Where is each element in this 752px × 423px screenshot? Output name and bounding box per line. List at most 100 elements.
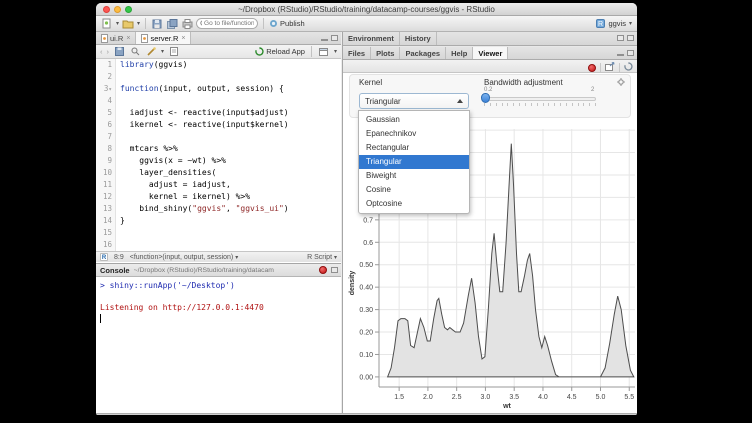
y-tick-label: 0.50 bbox=[359, 262, 373, 269]
line-number: 2 bbox=[96, 71, 116, 83]
code-text: library(ggvis) bbox=[116, 59, 187, 71]
x-tick-label: 2.0 bbox=[423, 394, 433, 401]
x-tick-label: 3.0 bbox=[481, 394, 491, 401]
tab-ui.R[interactable]: ui.R× bbox=[96, 32, 136, 44]
kernel-option-gaussian[interactable]: Gaussian bbox=[359, 113, 469, 127]
code-line: 14} bbox=[96, 215, 341, 227]
code-line: 9 ggvis(x = ~wt) %>% bbox=[96, 155, 341, 167]
search-icon bbox=[200, 20, 202, 27]
code-text: kernel = ikernel) %>% bbox=[116, 191, 250, 203]
tab-environment[interactable]: Environment bbox=[343, 32, 400, 45]
code-line: 2 bbox=[96, 71, 341, 83]
x-tick-label: 2.5 bbox=[452, 394, 462, 401]
refresh-icon[interactable] bbox=[624, 62, 633, 73]
open-file-caret-icon[interactable]: ▾ bbox=[137, 21, 140, 27]
forward-icon[interactable]: › bbox=[107, 47, 110, 56]
code-editor[interactable]: 1library(ggvis)23▾function(input, output… bbox=[96, 59, 341, 251]
project-menu-button[interactable]: R ggvis ▾ bbox=[596, 19, 632, 28]
kernel-label: Kernel bbox=[359, 78, 382, 87]
compile-report-icon[interactable] bbox=[168, 46, 180, 58]
x-tick-label: 4.5 bbox=[567, 394, 577, 401]
project-label: ggvis bbox=[608, 19, 626, 28]
tab-packages[interactable]: Packages bbox=[400, 47, 446, 59]
tab-plots[interactable]: Plots bbox=[371, 47, 400, 59]
kernel-option-cosine[interactable]: Cosine bbox=[359, 183, 469, 197]
tab-files[interactable]: Files bbox=[343, 47, 371, 59]
back-icon[interactable]: ‹ bbox=[100, 47, 103, 56]
kernel-option-biweight[interactable]: Biweight bbox=[359, 169, 469, 183]
project-icon: R bbox=[596, 19, 605, 28]
code-line: 1library(ggvis) bbox=[96, 59, 341, 71]
line-number: 6 bbox=[96, 119, 116, 131]
maximize-env-pane-icon[interactable] bbox=[627, 35, 634, 41]
open-file-button[interactable] bbox=[122, 18, 134, 30]
open-in-new-window-icon[interactable] bbox=[605, 62, 615, 73]
kernel-option-triangular[interactable]: Triangular bbox=[359, 155, 469, 169]
reload-icon bbox=[255, 47, 264, 56]
y-tick-label: 0.30 bbox=[359, 307, 373, 314]
code-tools-wand-icon[interactable] bbox=[145, 46, 157, 58]
publish-button[interactable]: Publish bbox=[269, 19, 305, 28]
kernel-select[interactable]: Triangular bbox=[359, 93, 469, 109]
project-caret-icon: ▾ bbox=[629, 21, 632, 27]
goto-file-input[interactable] bbox=[204, 20, 254, 27]
minimize-pane-icon[interactable] bbox=[321, 39, 328, 41]
maximize-pane-icon[interactable] bbox=[331, 35, 338, 41]
bandwidth-slider-track[interactable] bbox=[484, 97, 596, 101]
stop-app-icon[interactable] bbox=[588, 64, 596, 72]
kernel-option-rectangular[interactable]: Rectangular bbox=[359, 141, 469, 155]
maximize-console-icon[interactable] bbox=[331, 267, 338, 273]
code-text: iadjust <- reactive(input$adjust) bbox=[116, 107, 289, 119]
console-output[interactable]: > shiny::runApp('~/Desktop') Listening o… bbox=[96, 277, 341, 326]
stop-icon[interactable] bbox=[319, 266, 327, 274]
tab-viewer[interactable]: Viewer bbox=[473, 47, 508, 59]
scope-selector[interactable]: <function>(input, output, session) ▾ bbox=[130, 254, 238, 261]
x-axis-title: wt bbox=[502, 403, 511, 410]
svg-text:R: R bbox=[598, 21, 603, 28]
x-tick-label: 5.5 bbox=[624, 394, 634, 401]
source-tab-bar: ui.R×server.R× bbox=[96, 32, 341, 45]
new-file-button[interactable] bbox=[101, 18, 113, 30]
save-all-button[interactable] bbox=[166, 18, 178, 30]
source-console-column: ui.R×server.R× ‹ › ▾ bbox=[96, 32, 341, 413]
maximize-viewer-icon[interactable] bbox=[627, 50, 634, 56]
code-line: 10 layer_densities( bbox=[96, 167, 341, 179]
code-line: 4 bbox=[96, 95, 341, 107]
code-text: adjust = iadjust, bbox=[116, 179, 231, 191]
tab-history[interactable]: History bbox=[400, 32, 437, 45]
save-source-button[interactable] bbox=[113, 46, 125, 58]
source-menu-icon[interactable] bbox=[318, 46, 330, 58]
bandwidth-slider-handle[interactable] bbox=[481, 93, 490, 103]
close-tab-icon[interactable]: × bbox=[126, 35, 130, 42]
source-menu-caret-icon[interactable]: ▾ bbox=[334, 49, 337, 55]
restore-pane-icon[interactable] bbox=[617, 35, 624, 41]
code-tools-caret-icon[interactable]: ▾ bbox=[161, 49, 164, 55]
code-line: 11 adjust = iadjust, bbox=[96, 179, 341, 191]
reload-app-label: Reload App bbox=[266, 47, 305, 56]
tab-help[interactable]: Help bbox=[446, 47, 473, 59]
line-number: 4 bbox=[96, 95, 116, 107]
y-tick-label: 0.40 bbox=[359, 285, 373, 292]
line-number: 15 bbox=[96, 227, 116, 239]
tab-label: server.R bbox=[150, 34, 178, 43]
line-number: 8 bbox=[96, 143, 116, 155]
console-header[interactable]: Console ~/Dropbox (RStudio)/RStudio/trai… bbox=[96, 264, 341, 277]
gear-icon[interactable] bbox=[617, 78, 625, 88]
goto-file-search[interactable] bbox=[196, 18, 258, 29]
new-file-caret-icon[interactable]: ▾ bbox=[116, 21, 119, 27]
file-type-selector[interactable]: R Script ▾ bbox=[307, 254, 337, 261]
kernel-option-epanechnikov[interactable]: Epanechnikov bbox=[359, 127, 469, 141]
find-icon[interactable] bbox=[129, 46, 141, 58]
cursor-position: 8:9 bbox=[114, 254, 124, 261]
kernel-dropdown-list: GaussianEpanechnikovRectangularTriangula… bbox=[358, 110, 470, 214]
kernel-option-optcosine[interactable]: Optcosine bbox=[359, 197, 469, 211]
reload-app-button[interactable]: Reload App bbox=[255, 47, 305, 56]
line-number: 5 bbox=[96, 107, 116, 119]
minimize-viewer-icon[interactable] bbox=[617, 54, 624, 56]
save-button[interactable] bbox=[151, 18, 163, 30]
x-tick-label: 3.5 bbox=[509, 394, 519, 401]
line-number: 1 bbox=[96, 59, 116, 71]
close-tab-icon[interactable]: × bbox=[181, 35, 185, 42]
tab-server.R[interactable]: server.R× bbox=[136, 32, 191, 44]
print-button[interactable] bbox=[181, 18, 193, 30]
